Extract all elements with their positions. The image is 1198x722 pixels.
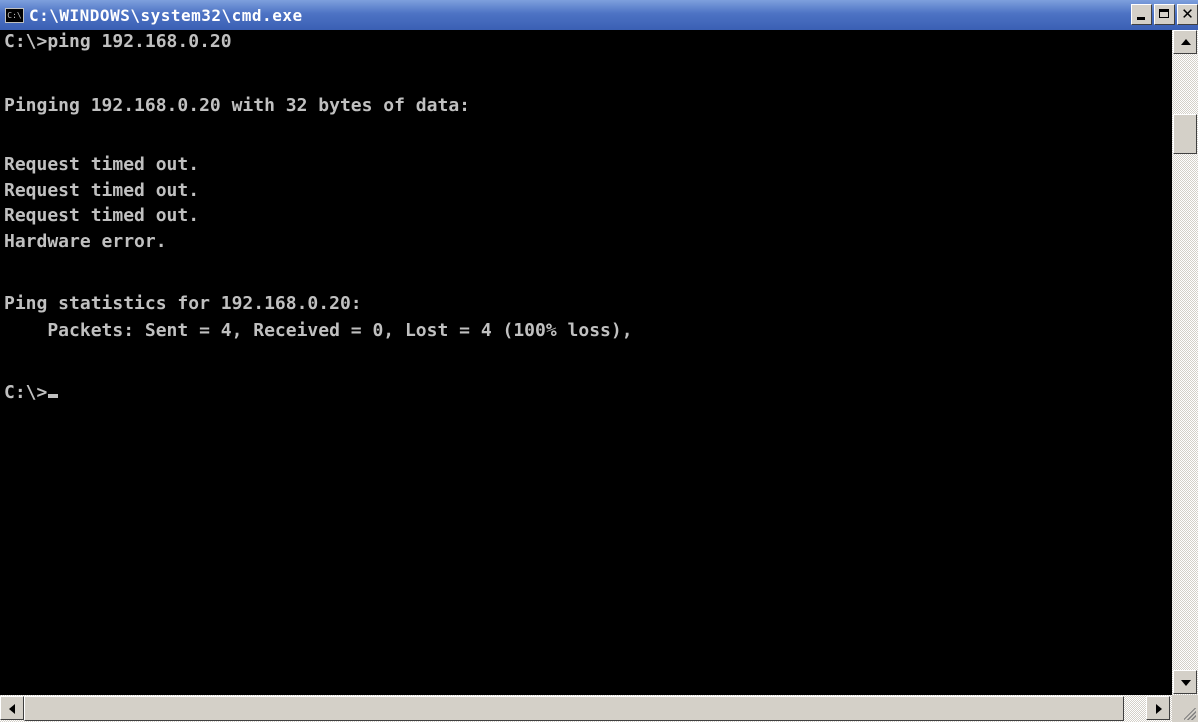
console-line: Ping statistics for 192.168.0.20: [4,293,362,314]
maximize-button[interactable] [1154,4,1175,25]
arrow-down-icon [1181,680,1191,686]
title-bar[interactable]: C:\ C:\WINDOWS\system32\cmd.exe ✕ [0,0,1198,30]
window-title: C:\WINDOWS\system32\cmd.exe [29,5,303,25]
scrollbar-corner [1172,695,1198,722]
console-line: Hardware error. [4,231,167,252]
horizontal-scroll-thumb[interactable] [24,696,1124,721]
resize-grip-icon[interactable] [1184,708,1196,720]
console-line: Pinging 192.168.0.20 with 32 bytes of da… [4,95,470,116]
prompt-text: C:\> [4,382,48,403]
console-line: Packets: Sent = 4, Received = 0, Lost = … [4,320,633,341]
scroll-up-button[interactable] [1173,30,1197,54]
arrow-left-icon [9,704,15,714]
scroll-down-button[interactable] [1173,670,1197,694]
arrow-right-icon [1156,704,1162,714]
vertical-scroll-thumb[interactable] [1173,114,1197,154]
cmd-window: C:\ C:\WINDOWS\system32\cmd.exe ✕ C:\>pi… [0,0,1198,722]
cmd-app-icon[interactable]: C:\ [5,7,24,23]
console-line: Request timed out. [4,205,200,226]
scroll-left-button[interactable] [0,696,24,720]
text-cursor [48,394,59,398]
console-line: Request timed out. [4,180,200,201]
prompt-line: C:\> [4,381,59,405]
console-line: C:\>ping 192.168.0.20 [4,31,232,52]
window-controls: ✕ [1131,4,1198,25]
scroll-right-button[interactable] [1146,696,1170,720]
close-button[interactable]: ✕ [1177,4,1198,25]
horizontal-scrollbar[interactable] [0,695,1172,722]
vertical-scrollbar[interactable] [1172,30,1198,695]
console-line: Request timed out. [4,154,200,175]
minimize-button[interactable] [1131,4,1152,25]
arrow-up-icon [1181,39,1191,45]
console-output[interactable]: C:\>ping 192.168.0.20 Pinging 192.168.0.… [0,30,1172,695]
